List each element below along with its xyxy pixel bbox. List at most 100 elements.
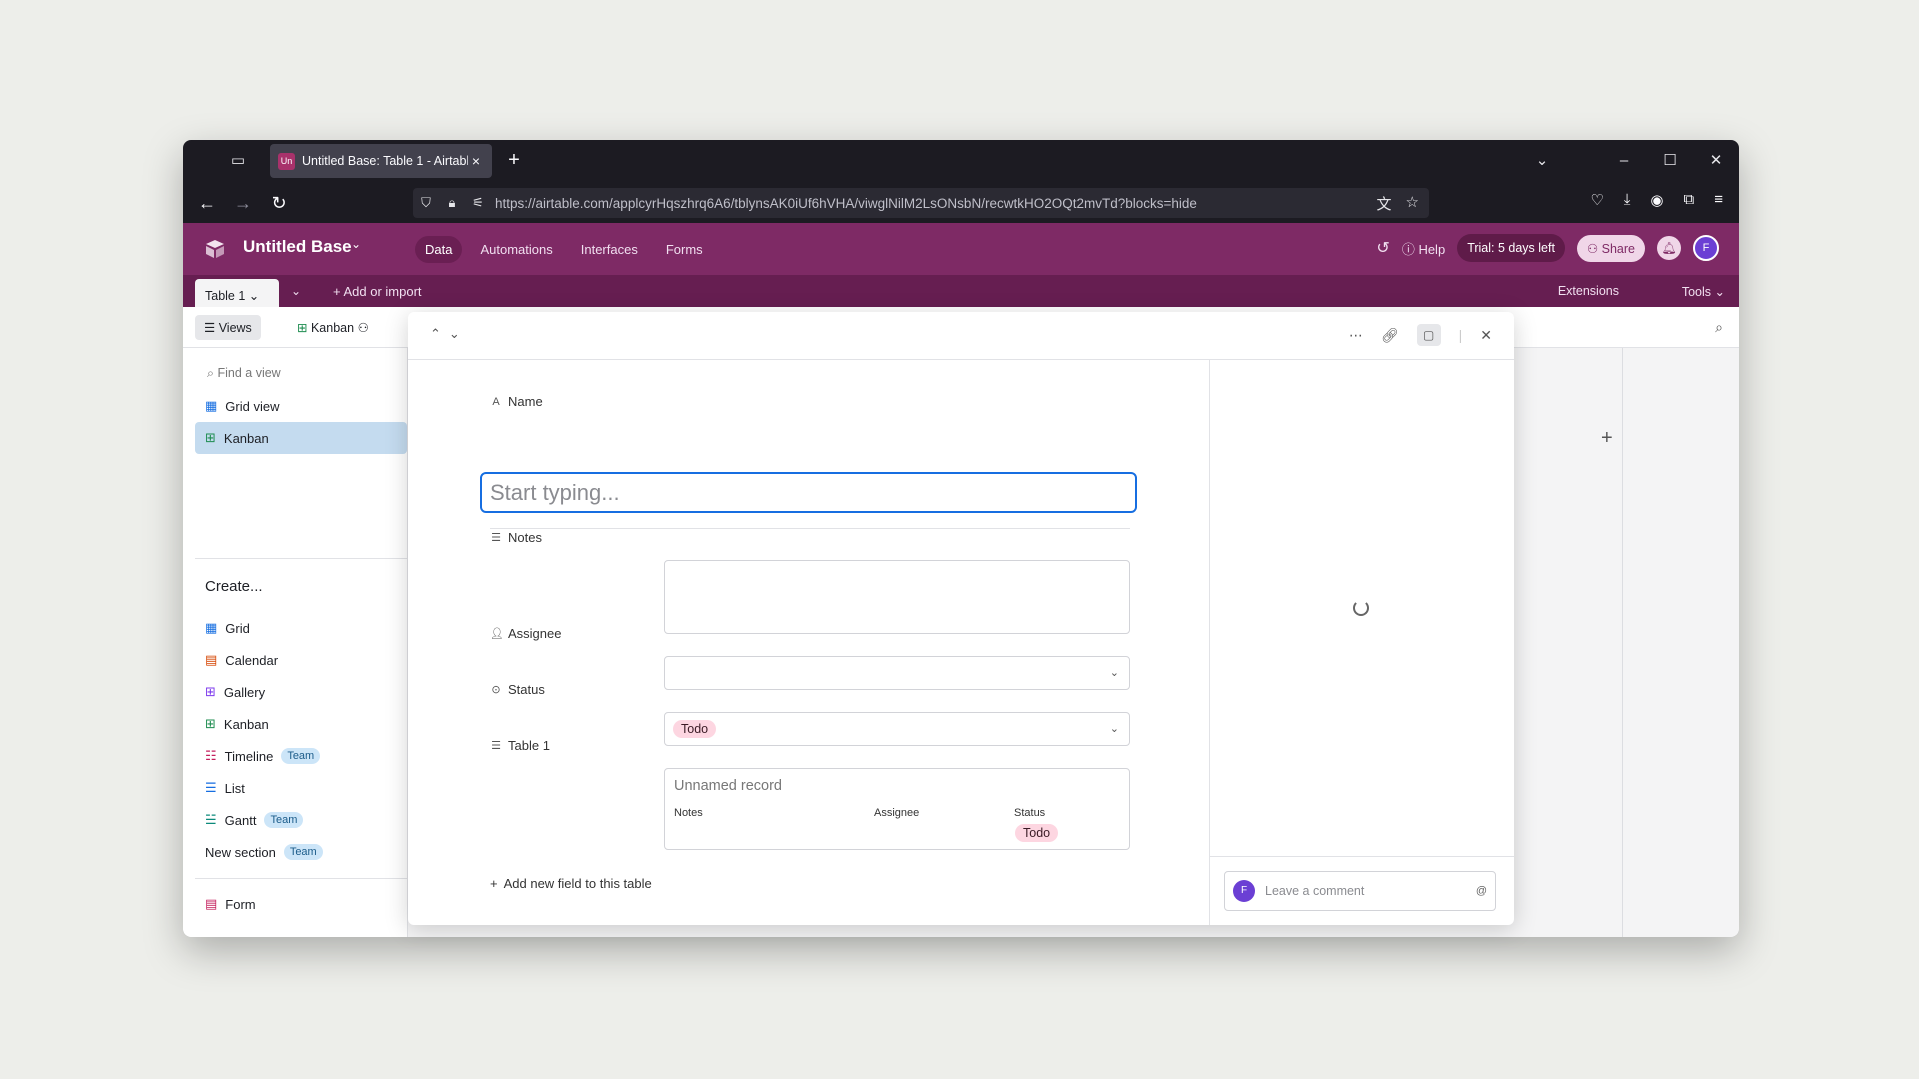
record-fields: A Name ☰ Notes 👤︎ Assignee ⌄ ⊙ Status Todo ⌄… [408, 360, 1209, 925]
shared-people-icon: ⚇ [357, 321, 369, 335]
chevron-down-icon[interactable]: ⌄ [449, 326, 460, 342]
help-button[interactable]: ⓘ Help [1402, 239, 1445, 258]
create-timeline[interactable]: ☷ Timeline Team [205, 748, 321, 764]
status-badge: Todo [673, 720, 717, 738]
status-select[interactable]: Todo ⌄ [664, 712, 1130, 746]
grid-icon: ▦ [205, 620, 218, 635]
shield-icon[interactable]: ⛉ [413, 195, 439, 211]
create-gantt[interactable]: ☱ Gantt Team [205, 812, 304, 828]
table-tab[interactable]: Table 1 ⌄ [195, 279, 279, 307]
create-gallery[interactable]: ⊞ Gallery [205, 684, 265, 700]
nav-automations[interactable]: Automations [470, 236, 562, 263]
views-sidebar: ⌕ Find a view ▦ Grid view ⊞ Kanban Create.… [183, 348, 408, 937]
more-options-icon[interactable]: ⋯ [1349, 327, 1363, 344]
create-item-label: Form [225, 896, 256, 912]
add-import-button[interactable]: + Add or import [333, 284, 422, 299]
link-icon[interactable]: 🔗︎ [1381, 327, 1399, 344]
create-grid[interactable]: ▦ Grid [205, 620, 250, 636]
sidebar-item-label: Kanban [223, 430, 269, 446]
chevron-down-icon[interactable]: ⌄ [351, 237, 361, 251]
url-bar[interactable]: ⛉ 🔒︎ ⚟ https://airtable.com/applcyrHqszh… [413, 188, 1429, 218]
sidebar-item-grid-view[interactable]: ▦ Grid view [195, 390, 407, 422]
search-icon: ⌕ [207, 366, 218, 380]
gallery-icon: ⊞ [205, 684, 216, 699]
trial-button[interactable]: Trial: 5 days left [1457, 234, 1565, 262]
name-input[interactable] [480, 472, 1137, 513]
account-icon[interactable]: ◉ [1650, 191, 1663, 209]
current-view-label: Kanban [310, 321, 355, 335]
window-close-icon[interactable]: ✕ [1705, 150, 1727, 172]
create-item-label: New section [205, 844, 276, 860]
create-item-label: Kanban [223, 716, 269, 732]
new-tab-icon[interactable]: + [503, 150, 525, 172]
forward-icon[interactable]: → [231, 191, 255, 215]
comment-input[interactable]: F Leave a comment @ [1224, 871, 1496, 911]
nav-interfaces[interactable]: Interfaces [571, 236, 648, 263]
airtable-logo-icon[interactable] [203, 237, 227, 261]
url-text[interactable]: https://airtable.com/applcyrHqszhrq6A6/t… [495, 196, 1197, 211]
create-item-label: Timeline [224, 748, 274, 764]
tab-close-icon[interactable]: × [468, 153, 484, 169]
tab-list-icon[interactable]: ▭ [227, 150, 249, 172]
app-header: Untitled Base ⌄ Data Automations Interfa… [183, 223, 1739, 275]
pocket-icon[interactable]: ♡ [1590, 191, 1603, 209]
divider [195, 878, 407, 879]
status-icon: ⊙ [491, 684, 501, 696]
sidebar-item-label: Grid view [225, 398, 280, 414]
comment-icon[interactable]: ▢ [1416, 324, 1441, 346]
sidebar-item-kanban[interactable]: ⊞ Kanban [195, 422, 407, 454]
history-icon[interactable]: ↺ [1376, 238, 1389, 258]
tables-chevron-icon[interactable]: ⌄ [291, 284, 301, 298]
linked-record-card[interactable]: Unnamed record Notes Assignee Status Tod… [664, 768, 1130, 850]
find-view-placeholder: Find a view [217, 366, 281, 380]
field-label-text: Notes [508, 530, 542, 545]
avatar[interactable]: F [1693, 235, 1719, 261]
browser-tab[interactable]: Un Untitled Base: Table 1 - Airtable × [270, 144, 492, 178]
create-calendar[interactable]: ▤ Calendar [205, 652, 278, 668]
notifications-bell-icon[interactable]: 🔔︎ [1657, 236, 1681, 260]
menu-icon[interactable]: ≡ [1714, 191, 1723, 209]
base-name[interactable]: Untitled Base [243, 237, 352, 257]
assignee-select[interactable]: ⌄ [664, 656, 1130, 690]
nav-data[interactable]: Data [415, 236, 463, 263]
field-label-text: Assignee [508, 626, 562, 641]
nav-forms[interactable]: Forms [656, 236, 713, 263]
tools-button[interactable]: Tools ⌄ [1682, 284, 1725, 299]
chevron-down-icon: ⌄ [248, 289, 260, 303]
status-badge: Todo [1015, 824, 1059, 842]
form-icon: ▤ [205, 896, 218, 911]
search-icon[interactable]: ⌕ [1715, 319, 1723, 336]
chevron-up-icon[interactable]: ⌃ [430, 326, 441, 342]
minimize-icon[interactable]: – [1613, 150, 1635, 172]
extensions-icon[interactable]: ⧉ [1684, 191, 1695, 209]
create-list[interactable]: ☰ List [205, 780, 245, 796]
close-icon[interactable]: ✕ [1480, 327, 1492, 344]
download-icon[interactable]: ⤓ [1624, 191, 1631, 209]
add-stack-icon[interactable]: + [1601, 427, 1613, 450]
linked-col-status: Status [1014, 807, 1046, 819]
loading-spinner-icon [1353, 600, 1369, 616]
add-field-button[interactable]: + Add new field to this table [490, 876, 652, 891]
create-new-section[interactable]: New section Team [205, 844, 323, 860]
mention-icon[interactable]: @ [1476, 885, 1487, 897]
divider [195, 558, 407, 559]
current-view-button[interactable]: ⊞ Kanban ⚇ [297, 320, 369, 335]
translate-icon[interactable]: 文 [1377, 193, 1392, 214]
permissions-icon[interactable]: ⚟ [465, 195, 491, 211]
create-kanban[interactable]: ⊞ Kanban [205, 716, 269, 732]
share-button[interactable]: ⚇ Share [1576, 234, 1645, 262]
maximize-icon[interactable]: ☐ [1659, 150, 1681, 172]
tab-favicon-icon: Un [278, 152, 295, 170]
lock-icon[interactable]: 🔒︎ [439, 195, 465, 211]
bookmark-star-icon[interactable]: ☆ [1406, 193, 1419, 214]
table1-label: ☰ Table 1 [490, 738, 550, 753]
find-view-input[interactable]: ⌕ Find a view [197, 360, 397, 388]
extensions-button[interactable]: Extensions [1558, 284, 1619, 298]
back-icon[interactable]: ← [195, 191, 219, 215]
notes-field[interactable] [664, 560, 1130, 634]
views-button[interactable]: ☰ Views [195, 315, 261, 340]
views-label: Views [218, 321, 252, 335]
create-form[interactable]: ▤ Form [205, 896, 256, 912]
reload-icon[interactable]: ↻ [267, 191, 291, 215]
list-all-tabs-icon[interactable]: ⌄ [1531, 150, 1553, 172]
